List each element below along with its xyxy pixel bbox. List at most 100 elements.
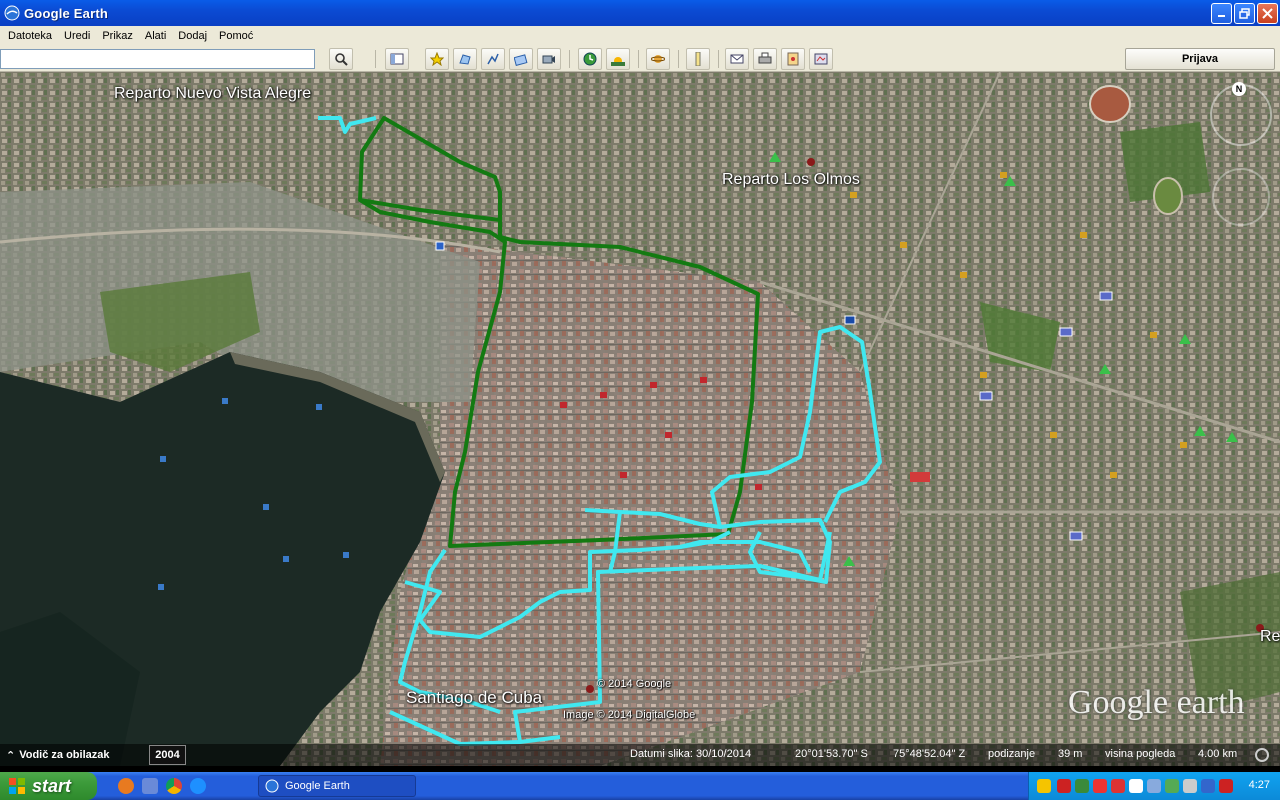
add-image-overlay-button[interactable]	[509, 48, 533, 70]
toolbar-separator	[375, 50, 376, 68]
longitude: 75°48'52.04" Z	[893, 748, 966, 760]
start-button[interactable]: start	[0, 772, 97, 800]
taskbar-google-earth-label: Google Earth	[285, 780, 350, 792]
tour-guide-label: Vodič za obilazak	[19, 749, 110, 761]
digitalglobe-credit: Image © 2014 DigitalGlobe	[563, 709, 696, 721]
ruler-icon	[695, 52, 701, 66]
email-button[interactable]	[725, 48, 749, 70]
speaker-icon[interactable]	[1129, 779, 1143, 793]
path-icon	[487, 53, 499, 65]
close-icon	[1262, 7, 1273, 19]
title-bar: Google Earth	[0, 0, 1280, 26]
sidebar-toggle-button[interactable]	[385, 48, 409, 70]
toolbar: Prijava	[0, 46, 1280, 72]
search-input[interactable]	[0, 49, 315, 69]
clock: 4:27	[1248, 779, 1270, 791]
sunlight-button[interactable]	[606, 48, 630, 70]
restore-button[interactable]	[1234, 2, 1255, 24]
opera-icon[interactable]	[1219, 779, 1233, 793]
usb-icon[interactable]	[1165, 779, 1179, 793]
map-view[interactable]: Reparto Nuevo Vista Alegre Reparto Los O…	[0, 72, 1280, 766]
taskbar: start Google Earth 4:27	[0, 772, 1280, 800]
network-icon[interactable]	[1075, 779, 1089, 793]
maps-icon	[814, 53, 828, 65]
firefox-icon[interactable]	[118, 778, 134, 794]
menu-add[interactable]: Dodaj	[172, 30, 213, 42]
toolbar-separator	[638, 50, 639, 68]
placemark-icon	[430, 52, 444, 66]
google-earth-icon	[4, 5, 20, 21]
print-button[interactable]	[753, 48, 777, 70]
add-placemark-button[interactable]	[425, 48, 449, 70]
satellite-imagery	[0, 72, 1280, 766]
google-credit: © 2014 Google	[597, 678, 672, 690]
start-label: start	[32, 775, 72, 796]
navigation-compass[interactable]: N	[1210, 82, 1272, 146]
ruler-button[interactable]	[686, 48, 710, 70]
minimize-icon	[1217, 15, 1225, 17]
elevation-label: podizanje	[988, 748, 1036, 760]
sun-icon	[611, 57, 625, 66]
clock-icon	[583, 52, 597, 66]
shield-icon[interactable]	[1037, 779, 1051, 793]
label-los-olmos: Reparto Los Olmos	[722, 171, 860, 188]
taskbar-google-earth[interactable]: Google Earth	[258, 775, 416, 797]
windows-logo-icon	[9, 778, 25, 794]
status-bar: ⌃ Vodič za obilazak 2004 Datumi slika: 3…	[0, 744, 1280, 766]
menu-view[interactable]: Prikaz	[96, 30, 139, 42]
menu-bar: Datoteka Uredi Prikaz Alati Dodaj Pomoć	[0, 26, 1280, 46]
toolbar-separator	[718, 50, 719, 68]
pdf-icon[interactable]	[1057, 779, 1071, 793]
polygon-icon	[459, 54, 471, 65]
historical-imagery-button[interactable]	[578, 48, 602, 70]
streaming-indicator-icon	[1255, 748, 1269, 762]
eye-altitude-label: visina pogleda	[1105, 748, 1176, 760]
switch-planet-button[interactable]	[646, 48, 670, 70]
print-icon	[758, 52, 772, 64]
google-earth-icon	[265, 779, 279, 793]
close-button[interactable]	[1257, 2, 1278, 24]
save-image-button[interactable]	[781, 48, 805, 70]
eye-altitude-value: 4.00 km	[1198, 748, 1238, 760]
label-edge: Re	[1260, 628, 1280, 645]
north-indicator[interactable]: N	[1232, 82, 1246, 96]
internet-explorer-icon[interactable]	[190, 778, 206, 794]
sidebar-icon	[390, 53, 404, 65]
volume-icon[interactable]	[1183, 779, 1197, 793]
record-tour-button[interactable]	[537, 48, 561, 70]
chrome-icon[interactable]	[166, 778, 182, 794]
antivirus-icon[interactable]	[1111, 779, 1125, 793]
add-path-button[interactable]	[481, 48, 505, 70]
login-button[interactable]: Prijava	[1125, 48, 1275, 70]
menu-tools[interactable]: Alati	[139, 30, 172, 42]
look-joystick[interactable]	[1212, 168, 1270, 226]
record-tour-icon	[542, 55, 555, 64]
desktop-icon[interactable]	[142, 778, 158, 794]
search-button[interactable]	[329, 48, 353, 70]
save-image-icon	[787, 52, 799, 66]
label-santiago: Santiago de Cuba	[406, 688, 543, 707]
toolbar-separator	[569, 50, 570, 68]
image-overlay-icon	[514, 54, 528, 66]
connection-icon[interactable]	[1147, 779, 1161, 793]
elevation-value: 39 m	[1058, 748, 1083, 760]
window-title: Google Earth	[24, 5, 109, 21]
minimize-button[interactable]	[1211, 2, 1232, 24]
menu-file[interactable]: Datoteka	[2, 30, 58, 42]
google-earth-logo: Google earth	[1068, 684, 1245, 721]
toolbar-separator	[678, 50, 679, 68]
close-app-icon[interactable]	[1093, 779, 1107, 793]
chevron-up-icon: ⌃	[6, 749, 16, 762]
email-icon	[730, 54, 744, 64]
imagery-year[interactable]: 2004	[149, 745, 186, 765]
image-date: Datumi slika: 30/10/2014	[630, 748, 752, 760]
add-polygon-button[interactable]	[453, 48, 477, 70]
restore-icon	[1239, 7, 1250, 19]
bluetooth-icon[interactable]	[1201, 779, 1215, 793]
tour-guide-button[interactable]: ⌃ Vodič za obilazak	[6, 746, 110, 764]
menu-help[interactable]: Pomoć	[213, 30, 259, 42]
menu-edit[interactable]: Uredi	[58, 30, 96, 42]
label-vista-alegre: Reparto Nuevo Vista Alegre	[114, 85, 312, 102]
view-in-maps-button[interactable]	[809, 48, 833, 70]
planet-icon	[651, 55, 665, 63]
